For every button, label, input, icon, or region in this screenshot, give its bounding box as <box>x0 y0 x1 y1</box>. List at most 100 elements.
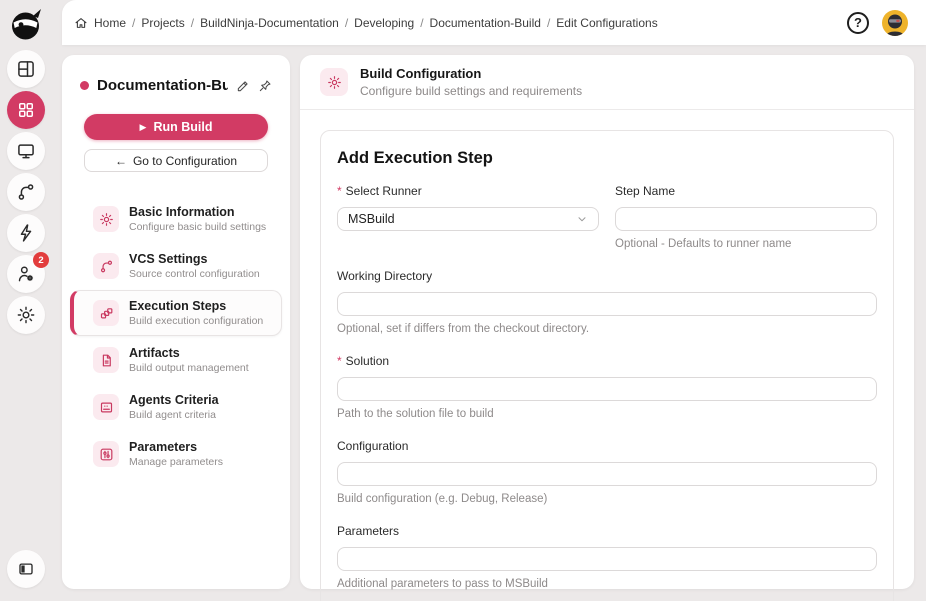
breadcrumb-documentation-build[interactable]: Documentation-Build <box>430 16 541 30</box>
status-dot <box>80 81 89 90</box>
project-title-row: Documentation-Bu... <box>62 77 290 94</box>
pin-icon[interactable] <box>258 79 272 93</box>
rail-collapse-button[interactable] <box>7 550 45 588</box>
breadcrumb-home[interactable]: Home <box>94 16 126 30</box>
user-settings-icon <box>16 264 36 284</box>
home-icon <box>74 16 88 30</box>
nav-item-parameters[interactable]: Parameters Manage parameters <box>70 431 282 477</box>
working-directory-label: Working Directory <box>337 269 432 283</box>
run-build-label: Run Build <box>153 120 212 134</box>
form-title: Add Execution Step <box>337 149 877 168</box>
run-build-button[interactable]: ▶ Run Build <box>84 114 268 140</box>
rail-settings-button[interactable] <box>7 296 45 334</box>
breadcrumb-buildninja-documentation[interactable]: BuildNinja-Documentation <box>200 16 339 30</box>
working-directory-hint: Optional, set if differs from the checko… <box>337 323 877 335</box>
add-execution-step-card: Add Execution Step * Select Runner MSBui… <box>320 130 894 601</box>
rail-users-button[interactable]: 2 <box>7 255 45 293</box>
breadcrumb-separator: / <box>345 16 348 30</box>
configuration-hint: Build configuration (e.g. Debug, Release… <box>337 493 877 505</box>
working-directory-field: Working Directory Optional, set if diffe… <box>337 269 877 335</box>
breadcrumb-separator: / <box>420 16 423 30</box>
required-marker: * <box>337 354 342 368</box>
project-title: Documentation-Bu... <box>97 77 228 94</box>
app-logo-ninja-icon[interactable] <box>8 6 44 42</box>
step-name-label: Step Name <box>615 184 675 198</box>
rail-agents-button[interactable] <box>7 132 45 170</box>
nav-item-vcs-settings[interactable]: VCS Settings Source control configuratio… <box>70 243 282 289</box>
gear-icon <box>16 305 36 325</box>
git-branch-icon <box>16 182 36 202</box>
gear-icon <box>320 68 348 96</box>
parameters-field: Parameters Additional parameters to pass… <box>337 524 877 590</box>
nav-label: VCS Settings <box>129 252 260 266</box>
steps-icon <box>93 300 119 326</box>
help-button[interactable]: ? <box>847 12 869 34</box>
nav-desc: Source control configuration <box>129 268 260 280</box>
rail-dashboard-button[interactable] <box>7 50 45 88</box>
runner-label: Select Runner <box>346 184 422 198</box>
edit-icon[interactable] <box>236 79 250 93</box>
runner-field: * Select Runner MSBuild <box>337 184 599 250</box>
user-avatar[interactable] <box>882 10 908 36</box>
solution-input[interactable] <box>337 377 877 401</box>
breadcrumb: Home / Projects / BuildNinja-Documentati… <box>74 16 658 30</box>
nav-desc: Manage parameters <box>129 456 223 468</box>
goto-configuration-label: Go to Configuration <box>133 154 237 168</box>
nav-label: Execution Steps <box>129 299 263 313</box>
rail-vcs-button[interactable] <box>7 173 45 211</box>
agent-screen-icon <box>93 394 119 420</box>
breadcrumb-projects[interactable]: Projects <box>141 16 184 30</box>
page-subtitle: Configure build settings and requirement… <box>360 84 582 98</box>
top-bar: Home / Projects / BuildNinja-Documentati… <box>62 0 926 45</box>
solution-field: * Solution Path to the solution file to … <box>337 354 877 420</box>
nav-label: Agents Criteria <box>129 393 219 407</box>
solution-hint: Path to the solution file to build <box>337 408 877 420</box>
sliders-icon <box>93 441 119 467</box>
main-panel: Build Configuration Configure build sett… <box>300 55 914 589</box>
parameters-hint: Additional parameters to pass to MSBuild <box>337 578 877 590</box>
parameters-input[interactable] <box>337 547 877 571</box>
nav-desc: Configure basic build settings <box>129 221 266 233</box>
panel-left-icon <box>17 560 35 578</box>
required-marker: * <box>337 184 342 198</box>
nav-item-basic-information[interactable]: Basic Information Configure basic build … <box>70 196 282 242</box>
nav-label: Artifacts <box>129 346 249 360</box>
breadcrumb-separator: / <box>547 16 550 30</box>
runner-select[interactable]: MSBuild <box>337 207 599 231</box>
goto-configuration-button[interactable]: ← Go to Configuration <box>84 149 268 172</box>
grid-icon <box>16 100 36 120</box>
working-directory-input[interactable] <box>337 292 877 316</box>
nav-item-agents-criteria[interactable]: Agents Criteria Build agent criteria <box>70 384 282 430</box>
rail-builds-button[interactable] <box>7 214 45 252</box>
parameters-label: Parameters <box>337 524 399 538</box>
lightning-icon <box>16 223 36 243</box>
runner-selected-value: MSBuild <box>348 212 395 226</box>
nav-desc: Build execution configuration <box>129 315 263 327</box>
monitor-icon <box>16 141 36 161</box>
step-name-input[interactable] <box>615 207 877 231</box>
breadcrumb-separator: / <box>191 16 194 30</box>
nav-desc: Build agent criteria <box>129 409 219 421</box>
page-title: Build Configuration <box>360 66 582 81</box>
configuration-label: Configuration <box>337 439 408 453</box>
arrow-left-icon: ← <box>115 154 127 168</box>
notifications-badge: 2 <box>33 252 49 268</box>
document-icon <box>93 347 119 373</box>
build-configuration-header: Build Configuration Configure build sett… <box>300 55 914 110</box>
nav-label: Parameters <box>129 440 223 454</box>
step-name-hint: Optional - Defaults to runner name <box>615 238 877 250</box>
git-branch-icon <box>93 253 119 279</box>
app-rail: 2 <box>0 0 52 601</box>
solution-label: Solution <box>346 354 389 368</box>
breadcrumb-separator: / <box>132 16 135 30</box>
nav-label: Basic Information <box>129 205 266 219</box>
rail-projects-button[interactable] <box>7 91 45 129</box>
configuration-nav: Basic Information Configure basic build … <box>62 196 290 478</box>
nav-item-artifacts[interactable]: Artifacts Build output management <box>70 337 282 383</box>
nav-item-execution-steps[interactable]: Execution Steps Build execution configur… <box>70 290 282 336</box>
breadcrumb-edit-configurations[interactable]: Edit Configurations <box>556 16 657 30</box>
breadcrumb-developing[interactable]: Developing <box>354 16 414 30</box>
configuration-input[interactable] <box>337 462 877 486</box>
board-layout-icon <box>16 59 36 79</box>
topbar-actions: ? <box>847 10 908 36</box>
